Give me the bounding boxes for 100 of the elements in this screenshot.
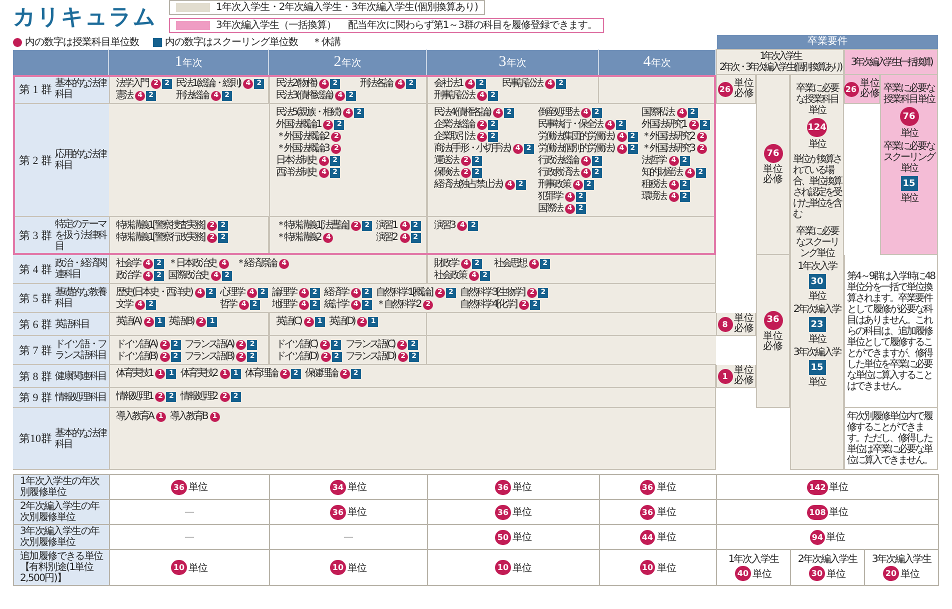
cell-label: 1年次入学生 — [728, 554, 779, 565]
course-name: 国際政治史 — [168, 270, 208, 281]
credit-badge: 10 — [640, 560, 656, 575]
requirement-caption: 2年次編入学 — [793, 304, 841, 315]
row-label: 3年次編入学生の年次別履修単位 — [14, 525, 110, 550]
unit-label: 単位 — [826, 531, 846, 544]
requirement-caption: 単位 — [900, 128, 918, 139]
course-name: 民事執行・保全法 — [538, 119, 602, 130]
course-name: フランス語(B) — [184, 351, 234, 362]
course-name: 運送法 — [434, 155, 458, 166]
credit-label: 単位必修 — [762, 165, 784, 185]
requirement-caption: 卒業に必要な授業科目単位 — [883, 83, 935, 105]
course-name: 刑事政策 — [538, 179, 570, 190]
legend-note: 配当年次に関わらず第1～3群の科目を履修登録できます。 — [348, 19, 598, 32]
group-name: 基礎的な教養科目 — [55, 287, 107, 309]
course-name: 商法(手形・小切手法) — [434, 143, 510, 154]
course-name: ドイツ語(B) — [116, 351, 157, 362]
course-name: 社会政策 — [434, 270, 466, 281]
course-name: 労働法(個別的労働法) — [538, 143, 614, 154]
course-name: 刑法各論 — [360, 78, 392, 89]
requirement-note: 年次別履修単位内で履修することができます。ただし、修得した単位は卒業に必要な単位に算入できません。 — [847, 411, 934, 466]
course-name: フランス語(C) — [346, 339, 394, 350]
course-name: 英語(C) — [276, 316, 301, 327]
course-name: 体育実技1 — [116, 368, 152, 379]
course-name: 情報処理2 — [180, 391, 217, 402]
course-name: 英語(B) — [168, 316, 194, 327]
course-name: ＊経済原論 — [236, 258, 276, 269]
credit-badge: 20 — [883, 566, 899, 581]
course-name: 環境法 — [642, 191, 666, 202]
credit-label: 単位必修 — [734, 366, 754, 386]
course-name: 特殊講義1[警察捜査実務] — [116, 220, 204, 231]
course-name: 財政学 — [434, 258, 458, 269]
course-name: 租税法 — [642, 179, 666, 190]
course-name: 外国法研究1 — [642, 119, 686, 130]
credit-badge: 108 — [807, 504, 828, 520]
course-name: 情報処理1 — [116, 391, 152, 402]
unit-label: 単位 — [188, 481, 208, 494]
group-number: 第 6 群 — [19, 318, 52, 332]
credit-badge: 36 — [330, 504, 346, 520]
row-label: 追加履修できる単位【有料別途(1単位2,500円)】 — [14, 550, 110, 586]
square-icon — [153, 38, 162, 46]
group-number: 第 4 群 — [19, 262, 52, 276]
schooling-credit-badge: 23 — [808, 317, 826, 332]
credit-badge: 1 — [718, 368, 732, 384]
course-name: ドイツ語(D) — [276, 351, 318, 362]
group-name: 基本的な法律科目 — [55, 78, 107, 100]
course-name: ＊外国法概論2 — [276, 131, 328, 142]
legend-text: 3年次編入学生（一括換算） — [216, 19, 336, 32]
course-name: 国際法 — [538, 203, 562, 214]
group-name: 情報処理科目 — [55, 392, 107, 403]
course-name: 論理学 — [272, 287, 296, 298]
group-name: 政治・経済関連科目 — [55, 258, 107, 280]
schooling-credit-badge: 30 — [808, 274, 826, 289]
course-name: 民法2(物権) — [276, 78, 316, 89]
page-title: カリキュラム — [13, 4, 157, 32]
dash-text: — — [184, 506, 194, 518]
unit-label: 単位 — [348, 562, 367, 574]
course-name: 民事訴訟法 — [502, 78, 542, 89]
unit-label: 単位 — [828, 506, 848, 519]
course-name: ＊特殊講義2 — [276, 232, 320, 243]
credit-badge: 40 — [735, 566, 751, 581]
course-name: 心理学 — [220, 287, 244, 298]
legend-text: 1年次入学生・2年次編入学生・3年次編入学生(個別換算あり) — [216, 1, 478, 14]
requirement-caption: 単位 — [808, 139, 826, 150]
course-name: 日本法制史 — [276, 155, 316, 166]
requirement-caption: 単位 — [808, 291, 826, 302]
credit-badge: 36 — [764, 310, 782, 330]
group-number: 第 9 群 — [19, 391, 52, 405]
column-header: 1年次入学生 2年次・3年次編入学生(個別換算あり) — [716, 49, 844, 75]
course-name: ＊外国法研究3 — [642, 143, 694, 154]
credit-badge: 36 — [640, 480, 656, 494]
course-name: 保健理論 — [304, 368, 337, 379]
course-name: 哲学 — [220, 299, 236, 310]
course-name: 法哲学 — [642, 155, 666, 166]
credit-badge: 76 — [764, 144, 782, 163]
credit-badge: 10 — [495, 560, 511, 575]
course-name: 会社法1 — [434, 78, 462, 89]
group-number: 第 3 群 — [19, 229, 52, 243]
course-name: 民法4(債権各論) — [434, 107, 490, 118]
course-name: ＊外国法概論3 — [276, 143, 328, 154]
requirement-note: 第4～9群は入学時に48単位分を一括で単位換算されます。卒業要件として履修が必要な科目はありません。これらの科目は、追加履修単位として履修することができますが、修得した単位を卒業に必要な単位に算入することはできません。 — [847, 270, 935, 392]
course-name: 演習3 — [434, 220, 454, 231]
credit-badge: 76 — [900, 107, 918, 126]
course-name: フランス語(D) — [346, 351, 396, 362]
credit-badge: 142 — [807, 480, 828, 494]
unit-label: 単位 — [188, 562, 208, 574]
unit-label: 単位 — [826, 568, 846, 580]
credit-badge: 30 — [809, 566, 825, 581]
group-number: 第 2 群 — [19, 154, 52, 168]
row-label: 1年次入学生の年次別履修単位 — [14, 475, 110, 500]
requirement-note: 単位が換算されている場合、単位換算され認定を受けた単位を含む — [793, 154, 841, 220]
course-name: ＊外国法研究2 — [642, 131, 694, 142]
course-name: 国際私法 — [642, 107, 674, 118]
credit-badge: 36 — [640, 504, 656, 520]
course-name: 社会学 — [116, 258, 140, 269]
dash-text: — — [184, 532, 194, 542]
group-name: ドイツ語・フランス語科目 — [55, 339, 107, 361]
course-name: 民法3(債権総論) — [276, 90, 332, 101]
course-name: 刑事訴訟法 — [434, 90, 474, 101]
course-name: 演習1 — [376, 220, 397, 231]
